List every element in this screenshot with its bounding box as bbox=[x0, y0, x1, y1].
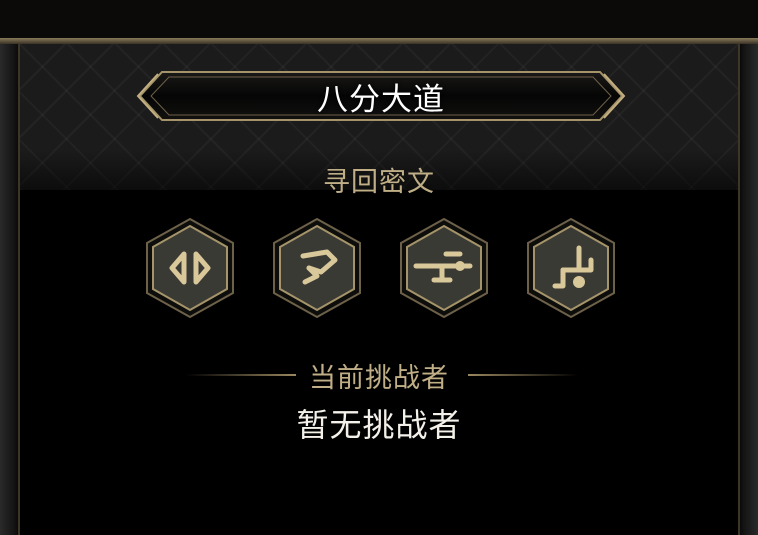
page-title: 八分大道 bbox=[317, 81, 445, 118]
cipher-glyph-2[interactable] bbox=[269, 216, 365, 320]
cross-bar-rune-icon bbox=[400, 217, 488, 319]
cipher-section-label: 寻回密文 bbox=[323, 167, 435, 198]
cipher-glyph-1[interactable] bbox=[142, 216, 238, 320]
title-banner: 八分大道 bbox=[136, 68, 626, 124]
hook-circle-rune-icon bbox=[527, 217, 615, 319]
cipher-glyph-4[interactable] bbox=[523, 216, 619, 320]
current-challenger-label: 当前挑战者 bbox=[309, 363, 449, 394]
cipher-glyph-row bbox=[0, 216, 758, 320]
pennant-rune-icon bbox=[273, 217, 361, 319]
split-diamond-rune-icon bbox=[146, 217, 234, 319]
cipher-glyph-3[interactable] bbox=[396, 216, 492, 320]
current-challenger-value: 暂无挑战者 bbox=[296, 406, 462, 444]
